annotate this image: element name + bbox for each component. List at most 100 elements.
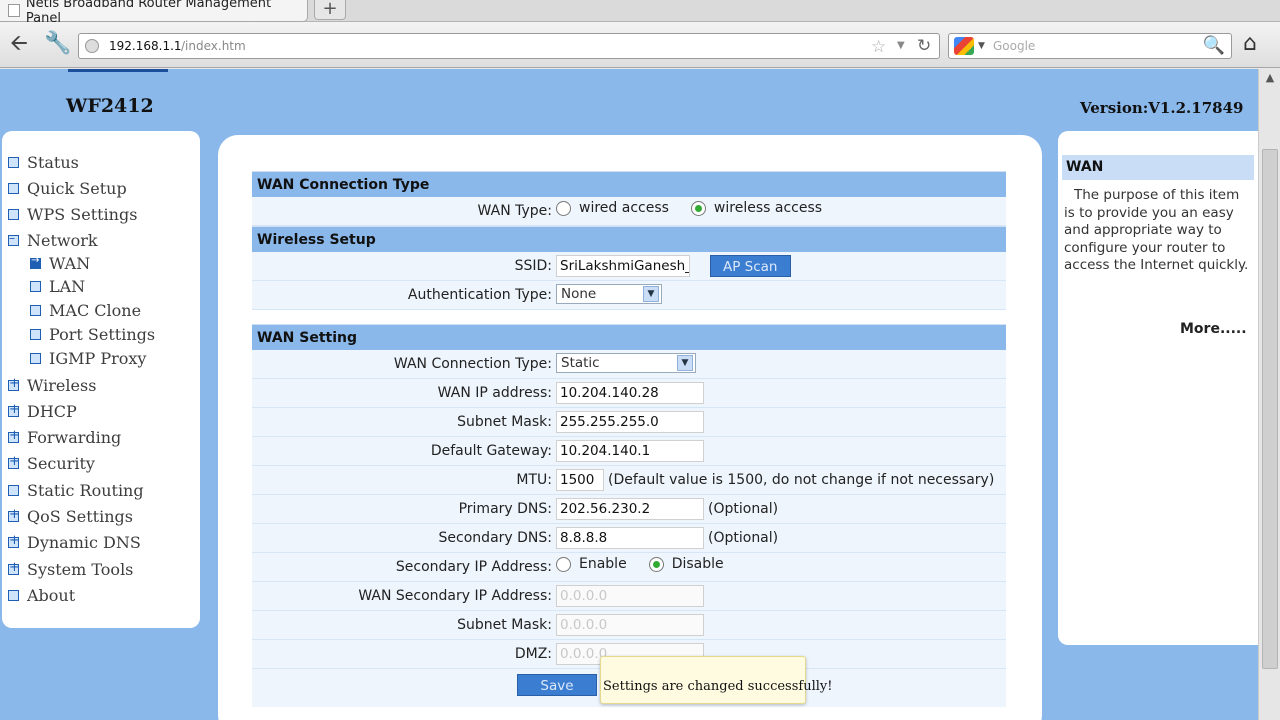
secondary-ip-enable-radio[interactable] bbox=[556, 556, 571, 572]
subnet-mask-input[interactable]: 255.255.255.0 bbox=[556, 411, 704, 433]
secondary-ip-enable-label[interactable]: Enable bbox=[579, 556, 627, 572]
sidebar-item-label: Forwarding bbox=[27, 428, 122, 447]
sidebar-item-about[interactable]: About bbox=[8, 586, 75, 605]
ssid-label: SSID: bbox=[514, 258, 552, 274]
secondary-ip-label: Secondary IP Address: bbox=[395, 559, 552, 575]
history-dropdown-icon[interactable]: ▼ bbox=[897, 40, 905, 51]
secondary-subnet-mask-input[interactable]: 0.0.0.0 bbox=[556, 614, 704, 636]
browser-tab[interactable]: Netis Broadband Router Management Panel bbox=[0, 0, 308, 26]
primary-dns-controls: 202.56.230.2 (Optional) bbox=[556, 498, 778, 520]
search-engine-dropdown-icon[interactable]: ▼ bbox=[978, 41, 985, 51]
expand-plus-icon bbox=[8, 402, 20, 417]
sidebar-item-network[interactable]: Network bbox=[8, 231, 98, 250]
browser-nav-bar: 🡨 🔧 192.168.1.1 /index.htm ☆ ▼ ↻ ▼ Googl… bbox=[0, 22, 1280, 68]
sidebar-item-label: Static Routing bbox=[27, 481, 144, 500]
menu-box-icon bbox=[8, 590, 19, 601]
default-gateway-input[interactable]: 10.204.140.1 bbox=[556, 440, 704, 462]
sidebar-item-wps-settings[interactable]: WPS Settings bbox=[8, 205, 137, 224]
sidebar-item-wireless[interactable]: Wireless bbox=[8, 376, 96, 395]
wan-connection-type-select[interactable]: Static ▼ bbox=[556, 353, 696, 373]
wan-ip-input[interactable]: 10.204.140.28 bbox=[556, 382, 704, 404]
new-tab-button[interactable]: + bbox=[314, 0, 346, 20]
back-arrow-icon[interactable]: 🡨 bbox=[10, 32, 28, 56]
sidebar-item-label: Dynamic DNS bbox=[27, 533, 141, 552]
secondary-ip-options: Enable Disable bbox=[556, 556, 724, 572]
wired-access-label[interactable]: wired access bbox=[579, 200, 669, 216]
home-icon[interactable]: ⌂ bbox=[1243, 31, 1257, 56]
wired-access-radio[interactable] bbox=[556, 200, 571, 216]
chevron-down-icon[interactable]: ▼ bbox=[677, 355, 693, 371]
menu-box-icon bbox=[8, 183, 19, 194]
sidebar-item-label: MAC Clone bbox=[49, 301, 142, 320]
row-subnet-mask: Subnet Mask: 255.255.255.0 bbox=[252, 408, 1006, 437]
help-more-link[interactable]: More..... bbox=[1180, 321, 1247, 337]
scrollbar-thumb[interactable] bbox=[1262, 149, 1278, 669]
wan-secondary-ip-input[interactable]: 0.0.0.0 bbox=[556, 585, 704, 607]
chevron-down-icon[interactable]: ▼ bbox=[643, 286, 659, 302]
sidebar-item-status[interactable]: Status bbox=[8, 153, 79, 172]
sidebar-item-quick-setup[interactable]: Quick Setup bbox=[8, 179, 127, 198]
sidebar-item-security[interactable]: Security bbox=[8, 454, 95, 473]
scroll-up-arrow-icon[interactable]: ▲ bbox=[1262, 71, 1278, 87]
expand-plus-icon bbox=[8, 454, 20, 469]
wan-type-options: wired access wireless access bbox=[556, 200, 822, 216]
save-button[interactable]: Save bbox=[517, 674, 597, 696]
address-bar[interactable]: 192.168.1.1 /index.htm ☆ ▼ ↻ bbox=[78, 33, 940, 59]
expand-plus-icon bbox=[8, 376, 20, 391]
sidebar-item-dhcp[interactable]: DHCP bbox=[8, 402, 77, 421]
page-scrollbar[interactable]: ▲ bbox=[1258, 69, 1280, 720]
sidebar-item-system-tools[interactable]: System Tools bbox=[8, 560, 133, 579]
ap-scan-button[interactable]: AP Scan bbox=[710, 255, 791, 277]
firmware-version: Version:V1.2.17849 bbox=[1080, 99, 1244, 117]
row-mtu: MTU: 1500 (Default value is 1500, do not… bbox=[252, 466, 1006, 495]
wan-ip-controls: 10.204.140.28 bbox=[556, 382, 704, 404]
magnifier-icon[interactable]: 🔍 bbox=[1203, 35, 1225, 56]
site-identity-icon[interactable] bbox=[85, 39, 99, 53]
secondary-dns-input[interactable]: 8.8.8.8 bbox=[556, 527, 704, 549]
primary-dns-label: Primary DNS: bbox=[458, 501, 552, 517]
secondary-ip-disable-label[interactable]: Disable bbox=[672, 556, 724, 572]
sidebar-item-label: Quick Setup bbox=[27, 179, 127, 198]
sidebar-item-static-routing[interactable]: Static Routing bbox=[8, 481, 144, 500]
secondary-ip-disable-radio[interactable] bbox=[648, 556, 664, 572]
sidebar-item-label: System Tools bbox=[27, 560, 134, 579]
bookmark-star-icon[interactable]: ☆ bbox=[871, 37, 886, 57]
wan-secondary-ip-label: WAN Secondary IP Address: bbox=[358, 588, 552, 604]
default-gateway-label: Default Gateway: bbox=[430, 443, 552, 459]
help-text: The purpose of this item is to provide y… bbox=[1064, 187, 1249, 273]
ssid-input[interactable]: SriLakshmiGanesh_ bbox=[556, 255, 690, 277]
dmz-label: DMZ: bbox=[514, 646, 552, 662]
row-primary-dns: Primary DNS: 202.56.230.2 (Optional) bbox=[252, 495, 1006, 524]
sidebar-item-qos-settings[interactable]: QoS Settings bbox=[8, 507, 133, 526]
wan-connection-type-value: Static bbox=[561, 355, 600, 371]
google-icon[interactable] bbox=[954, 37, 974, 55]
sidebar-item-label: Wireless bbox=[27, 376, 97, 395]
sidebar-item-dynamic-dns[interactable]: Dynamic DNS bbox=[8, 533, 141, 552]
sidebar-item-forwarding[interactable]: Forwarding bbox=[8, 428, 121, 447]
sidebar-item-mac-clone[interactable]: MAC Clone bbox=[30, 301, 141, 320]
url-path: /index.htm bbox=[181, 39, 246, 53]
help-title: WAN bbox=[1062, 155, 1254, 180]
wireless-access-label[interactable]: wireless access bbox=[714, 200, 822, 216]
secondary-subnet-mask-label: Subnet Mask: bbox=[457, 617, 552, 633]
sidebar-item-wan[interactable]: WAN bbox=[30, 254, 90, 273]
wireless-access-radio[interactable] bbox=[690, 200, 706, 216]
auth-type-select[interactable]: None ▼ bbox=[556, 284, 662, 304]
sidebar-item-igmp-proxy[interactable]: IGMP Proxy bbox=[30, 349, 146, 368]
row-secondary-dns: Secondary DNS: 8.8.8.8 (Optional) bbox=[252, 524, 1006, 553]
reload-icon[interactable]: ↻ bbox=[917, 36, 931, 56]
sidebar-item-lan[interactable]: LAN bbox=[30, 277, 85, 296]
expand-plus-icon bbox=[8, 428, 20, 443]
spacer bbox=[252, 310, 1006, 324]
row-wan-ip: WAN IP address: 10.204.140.28 bbox=[252, 379, 1006, 408]
mtu-input[interactable]: 1500 bbox=[556, 469, 604, 491]
active-arrow-icon bbox=[30, 255, 41, 269]
router-model-title: WF2412 bbox=[66, 95, 154, 117]
wrench-icon[interactable]: 🔧 bbox=[44, 32, 71, 56]
sidebar-item-port-settings[interactable]: Port Settings bbox=[30, 325, 155, 344]
search-bar[interactable]: ▼ Google 🔍 bbox=[948, 33, 1232, 59]
primary-dns-input[interactable]: 202.56.230.2 bbox=[556, 498, 704, 520]
wan-connection-type-controls: Static ▼ bbox=[556, 353, 696, 373]
url-host: 192.168.1.1 bbox=[109, 39, 182, 53]
collapse-minus-icon bbox=[8, 231, 19, 246]
